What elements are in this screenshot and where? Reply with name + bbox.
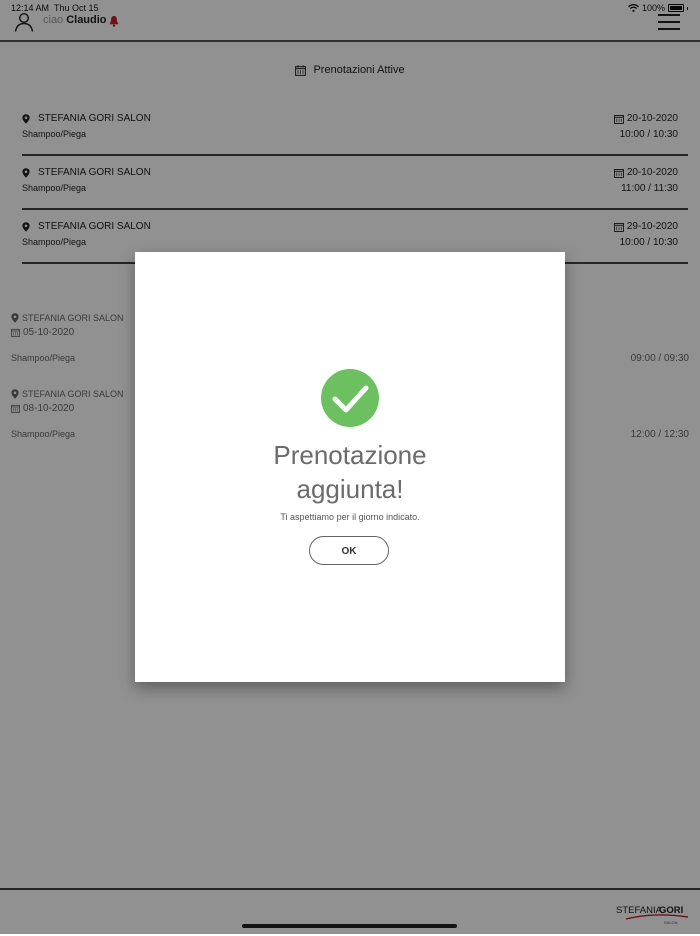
dialog-message: Ti aspettiamo per il giorno indicato. (280, 512, 420, 522)
app-screen: 12:14 AM Thu Oct 15 100% ciao Claudio Pr… (0, 0, 700, 934)
dialog-title: Prenotazione aggiunta! (135, 438, 565, 506)
success-dialog: Prenotazione aggiunta! Ti aspettiamo per… (135, 252, 565, 682)
ok-button[interactable]: OK (309, 536, 389, 565)
dialog-title-line1: Prenotazione (273, 440, 427, 470)
dialog-title-line2: aggiunta! (296, 474, 404, 504)
checkmark-circle-icon (321, 369, 379, 427)
